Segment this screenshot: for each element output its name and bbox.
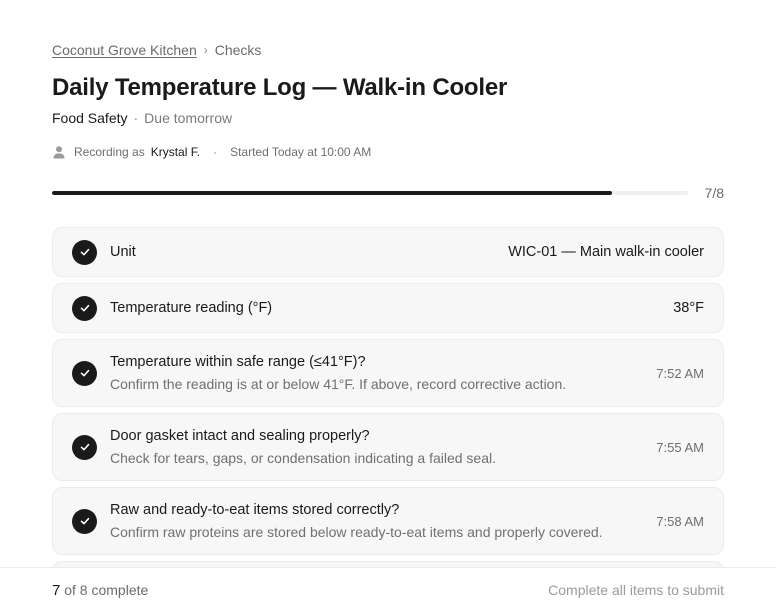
breadcrumb-separator: › xyxy=(203,43,208,57)
footer-bar: 7 of 8 complete Complete all items to su… xyxy=(0,567,776,612)
item-body: Temperature reading (°F) xyxy=(110,298,673,318)
completion-count: 7 of 8 complete xyxy=(52,582,148,599)
category-label: Food Safety xyxy=(52,110,128,126)
check-icon xyxy=(72,508,97,534)
item-body: Door gasket intact and sealing properly?… xyxy=(110,426,656,468)
checklist-item[interactable]: Temperature within safe range (≤41°F)? C… xyxy=(52,339,724,407)
checklist-item[interactable]: Raw and ready-to-eat items stored correc… xyxy=(52,487,724,555)
progress-count: 7/8 xyxy=(704,185,724,201)
recording-prefix: Recording as xyxy=(74,145,145,159)
completion-number: 7 xyxy=(52,581,61,599)
item-time: 7:58 AM xyxy=(656,513,704,529)
page-title: Daily Temperature Log — Walk-in Cooler xyxy=(52,74,508,101)
item-body: Unit xyxy=(110,242,508,262)
item-time: 7:52 AM xyxy=(656,365,704,381)
item-title: Unit xyxy=(110,244,136,260)
item-description: Confirm raw proteins are stored below re… xyxy=(110,524,603,540)
recording-separator: · xyxy=(213,145,218,159)
user-icon xyxy=(53,146,65,159)
item-body: Raw and ready-to-eat items stored correc… xyxy=(110,500,656,542)
due-label: Due tomorrow xyxy=(144,110,233,126)
progress-bar xyxy=(52,191,688,195)
recording-info: Recording as Krystal F. · Started Today … xyxy=(52,145,371,159)
checklist-meta: Food Safety · Due tomorrow xyxy=(52,110,232,126)
item-title: Temperature within safe range (≤41°F)? xyxy=(110,354,366,370)
check-icon xyxy=(72,434,97,460)
started-time: Started Today at 10:00 AM xyxy=(230,145,372,159)
check-icon xyxy=(72,295,97,321)
item-description: Check for tears, gaps, or condensation i… xyxy=(110,450,497,466)
checklist-item[interactable]: Door gasket intact and sealing properly?… xyxy=(52,413,724,481)
completion-suffix: of 8 complete xyxy=(64,581,149,598)
check-icon xyxy=(72,360,97,386)
breadcrumb-location-link[interactable]: Coconut Grove Kitchen xyxy=(52,42,197,58)
item-title: Temperature reading (°F) xyxy=(110,300,273,316)
check-icon xyxy=(72,239,97,265)
checklist-item[interactable]: Unit WIC-01 — Main walk-in cooler xyxy=(52,227,724,277)
item-body: Temperature within safe range (≤41°F)? C… xyxy=(110,352,656,394)
breadcrumb: Coconut Grove Kitchen › Checks xyxy=(52,42,261,58)
checklist-item[interactable]: Temperature reading (°F) 38°F xyxy=(52,283,724,333)
checklist-items: Unit WIC-01 — Main walk-in cooler Temper… xyxy=(52,227,724,612)
item-value: 38°F xyxy=(673,300,704,316)
progress-fill xyxy=(52,191,612,195)
item-description: Confirm the reading is at or below 41°F.… xyxy=(110,376,567,392)
breadcrumb-current: Checks xyxy=(214,42,262,58)
item-time: 7:55 AM xyxy=(656,439,704,455)
item-title: Door gasket intact and sealing properly? xyxy=(110,428,370,444)
item-value: WIC-01 — Main walk-in cooler xyxy=(508,244,704,260)
checklist-page: Coconut Grove Kitchen › Checks Daily Tem… xyxy=(0,0,776,612)
submit-hint: Complete all items to submit xyxy=(548,582,724,598)
meta-separator: · xyxy=(133,110,139,126)
recording-user: Krystal F. xyxy=(150,145,201,159)
item-title: Raw and ready-to-eat items stored correc… xyxy=(110,502,400,518)
